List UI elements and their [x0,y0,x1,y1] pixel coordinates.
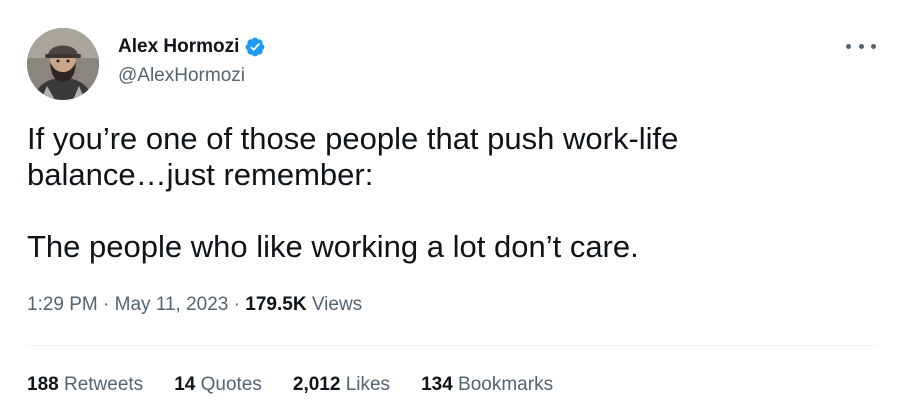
avatar-photo-icon [27,28,99,100]
engagement-stats: 188 Retweets 14 Quotes 2,012 Likes 134 B… [27,373,584,397]
more-dot-icon [871,43,876,49]
meta-separator: · [103,294,110,315]
verified-badge-icon [246,37,265,57]
stat-label: Quotes [200,374,262,395]
stat-count: 14 [174,374,196,395]
author-name-row: Alex Hormozi [118,35,266,59]
tweet-metadata: 1:29 PM · May 11, 2023 · 179.5K Views [27,293,362,317]
tweet-date[interactable]: May 11, 2023 [115,294,229,315]
stat-label: Likes [345,374,391,395]
stat-likes[interactable]: 2,012 Likes [293,373,390,397]
more-dot-icon [846,43,851,49]
author-display-name[interactable]: Alex Hormozi [118,35,239,59]
tweet-text: If you’re one of those people that push … [27,121,679,264]
stat-label: Retweets [63,374,144,395]
meta-separator: · [233,294,240,315]
avatar[interactable] [27,28,99,100]
stat-retweets[interactable]: 188 Retweets [27,373,143,397]
views-label: Views [311,294,363,315]
stat-count: 188 [27,374,59,395]
tweet-card: Alex Hormozi @AlexHormozi If you’re one … [0,0,897,412]
stat-count: 2,012 [292,374,341,395]
more-options-button[interactable] [846,38,876,54]
views-count: 179.5K [245,294,307,315]
tweet-time[interactable]: 1:29 PM [27,294,98,315]
stat-quotes[interactable]: 14 Quotes [174,373,262,397]
more-dot-icon [858,43,864,49]
author-handle[interactable]: @AlexHormozi [118,64,245,88]
divider [27,345,877,346]
stat-count: 134 [421,374,453,395]
stat-label: Bookmarks [458,374,554,395]
stat-bookmarks[interactable]: 134 Bookmarks [421,373,553,397]
